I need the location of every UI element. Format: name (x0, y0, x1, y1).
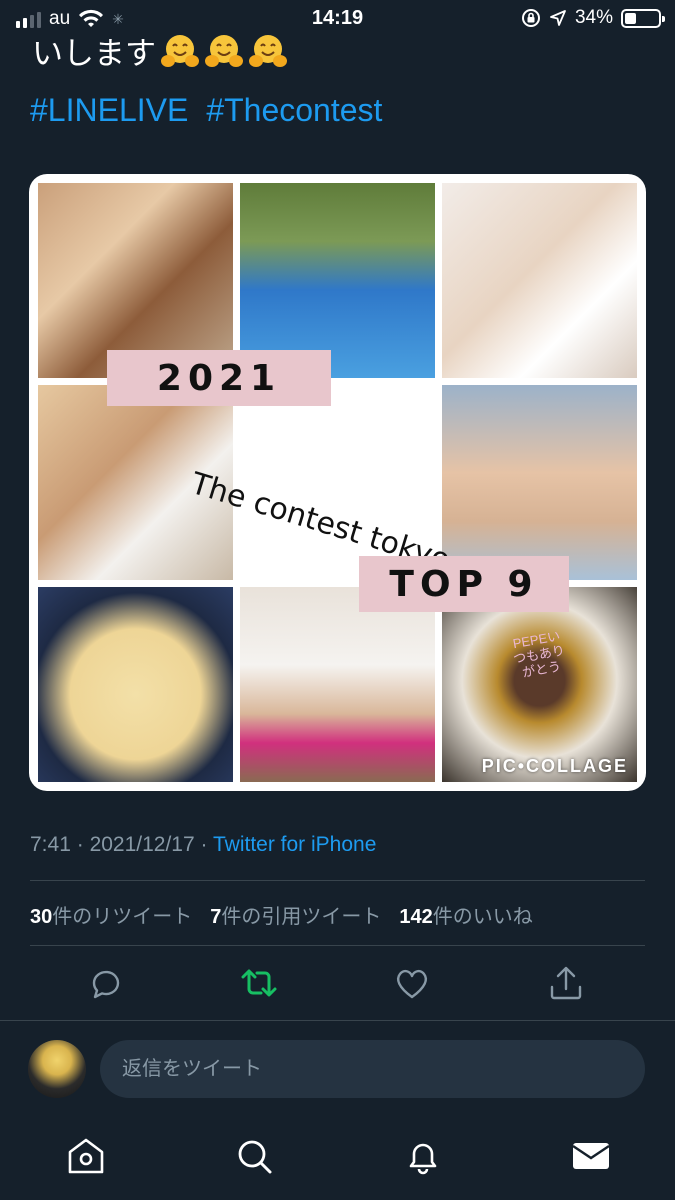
hashtag-link[interactable]: #Thecontest (206, 92, 382, 129)
reply-input[interactable] (122, 1057, 645, 1081)
avatar[interactable] (28, 1040, 86, 1098)
orientation-lock-icon (521, 9, 540, 27)
messages-icon[interactable] (571, 1136, 611, 1176)
heart-icon[interactable] (392, 963, 432, 1003)
hugging-face-emoji-icon (249, 34, 287, 67)
photo-apple-tart (38, 587, 233, 782)
tweet-timestamp: 7:41 · 2021/12/17 · Twitter for iPhone (30, 833, 376, 857)
year-tape-label: 2021 (107, 350, 331, 406)
tweet-date: 2021/12/17 (89, 833, 195, 856)
retweets-stat[interactable]: 30件のリツイート (30, 900, 192, 929)
hugging-face-emoji-icon (205, 34, 243, 67)
home-icon[interactable] (66, 1136, 106, 1176)
tweet-text-tail: いします (32, 36, 156, 71)
tweet-stats: 30件のリツイート 7件の引用ツイート 142件のいいね (30, 900, 533, 929)
reply-box[interactable] (100, 1040, 645, 1098)
battery-icon (621, 8, 665, 28)
reply-icon[interactable] (86, 963, 126, 1003)
photo-pool (240, 183, 435, 378)
photo-cake (442, 587, 637, 782)
hugging-face-emoji-icon (161, 34, 199, 67)
piccollage-watermark: PIC•COLLAGE (481, 756, 628, 776)
hashtag-link[interactable]: #LINELIVE (30, 92, 188, 129)
tweet-image[interactable]: 2021 The contest tokyo TOP 9 PEPEいつもありがと… (29, 174, 646, 791)
retweets-count: 30 (30, 906, 53, 928)
tweet-actions (0, 955, 675, 1015)
divider (30, 880, 645, 881)
quotes-stat[interactable]: 7件の引用ツイート (210, 900, 381, 929)
tab-bar (0, 1120, 675, 1200)
meta-separator: · (200, 833, 208, 856)
photo-abs (442, 385, 637, 580)
search-icon[interactable] (234, 1136, 274, 1176)
retweet-icon[interactable] (239, 963, 279, 1003)
divider (30, 945, 645, 946)
divider (0, 1020, 675, 1021)
quotes-label: 件の引用ツイート (221, 906, 382, 928)
likes-label: 件のいいね (432, 906, 533, 928)
notifications-icon[interactable] (403, 1136, 443, 1176)
tweet-source-link[interactable]: Twitter for iPhone (213, 833, 376, 856)
photo-white-cat (442, 183, 637, 378)
battery-percent: 34% (574, 7, 613, 28)
photo-fitness (240, 587, 435, 782)
meta-separator: · (76, 833, 84, 856)
quotes-count: 7 (210, 906, 222, 928)
tweet-text: いします (32, 28, 288, 73)
likes-stat[interactable]: 142件のいいね (399, 900, 532, 929)
battery-level-fill (625, 12, 636, 24)
share-icon[interactable] (546, 963, 586, 1003)
likes-count: 142 (399, 906, 433, 928)
photo-woman-with-cat (38, 183, 233, 378)
location-arrow-icon (550, 10, 566, 26)
rank-tape-label: TOP 9 (359, 556, 569, 612)
tweet-time: 7:41 (30, 833, 71, 856)
status-right: 34% (521, 7, 665, 29)
retweets-label: 件のリツイート (52, 906, 193, 928)
hashtag-list: #LINELIVE #Thecontest (30, 92, 382, 129)
